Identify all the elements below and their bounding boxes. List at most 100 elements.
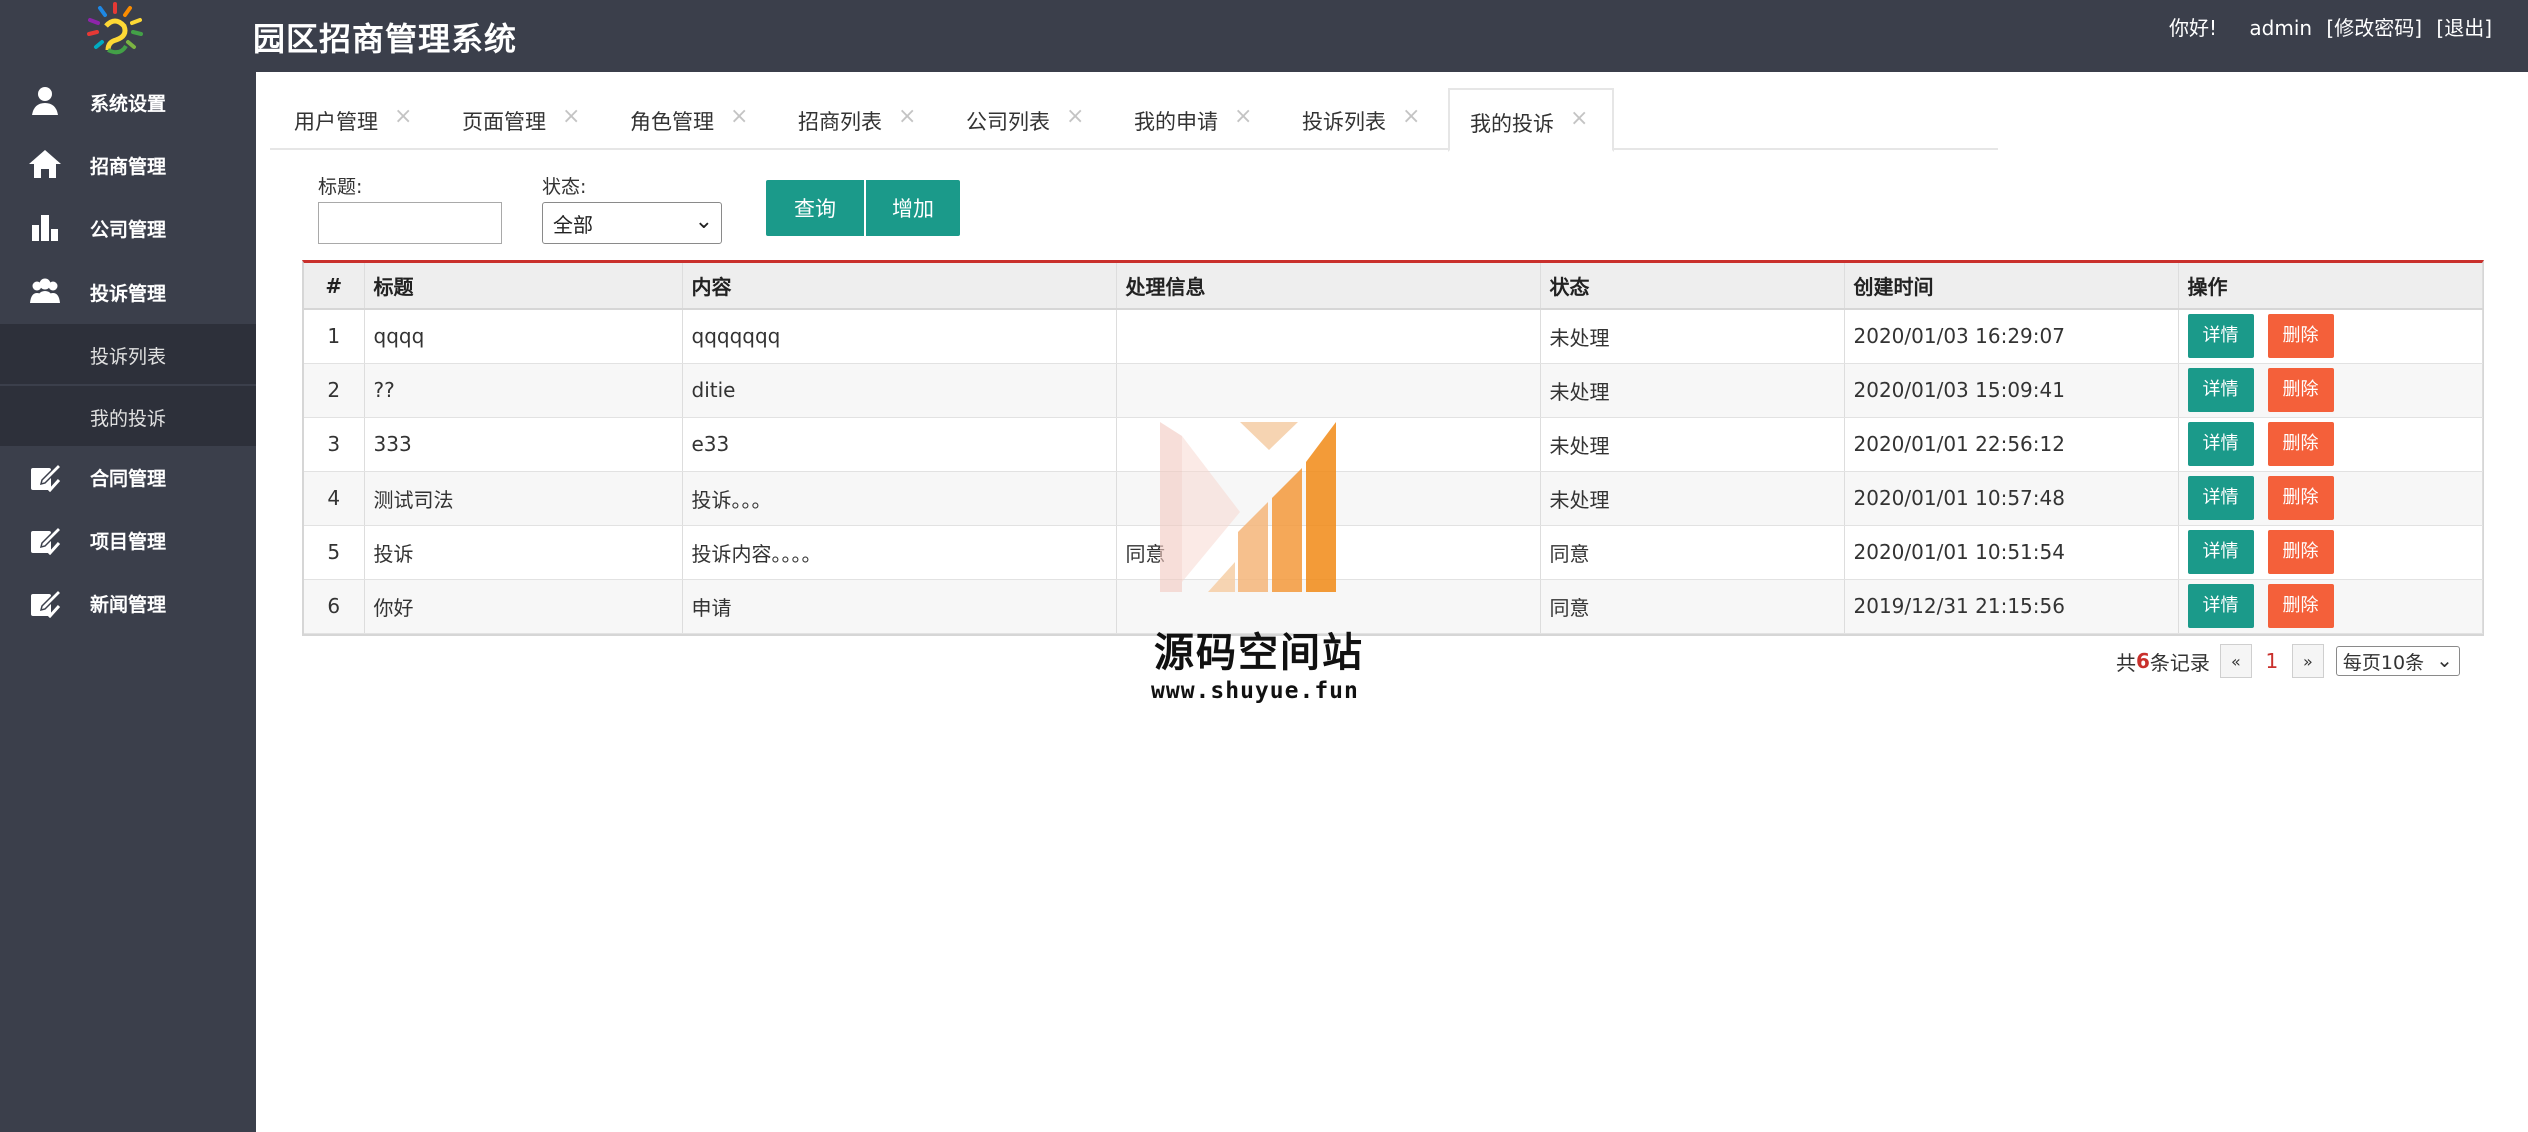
row-title: 333 bbox=[364, 417, 683, 472]
tab-my-complaints[interactable]: 我的投诉 × bbox=[1448, 88, 1614, 152]
tab-label: 投诉列表 bbox=[1302, 110, 1386, 134]
sidebar-item-label: 新闻管理 bbox=[90, 594, 167, 616]
close-icon[interactable]: × bbox=[730, 104, 748, 129]
tab-user-management[interactable]: 用户管理 × bbox=[270, 88, 438, 150]
query-button[interactable]: 查询 bbox=[766, 180, 864, 236]
sidebar-item-company[interactable]: 公司管理 bbox=[0, 203, 256, 251]
add-button[interactable]: 增加 bbox=[866, 180, 960, 236]
row-created-time: 2020/01/01 22:56:12 bbox=[1844, 417, 2179, 472]
page-size-value: 每页10条 bbox=[2342, 651, 2425, 674]
detail-button[interactable]: 详情 bbox=[2187, 314, 2254, 359]
row-status: 未处理 bbox=[1540, 417, 1845, 472]
delete-button[interactable]: 删除 bbox=[2267, 314, 2334, 359]
close-icon[interactable]: × bbox=[898, 104, 916, 129]
sidebar-item-investment[interactable]: 招商管理 bbox=[0, 140, 256, 188]
change-password-link[interactable]: [修改密码] bbox=[2326, 16, 2422, 40]
row-status: 未处理 bbox=[1540, 363, 1845, 418]
greeting-text: 你好! bbox=[2169, 16, 2218, 40]
row-index: 3 bbox=[304, 417, 365, 472]
title-search-input[interactable] bbox=[318, 202, 502, 244]
detail-button[interactable]: 详情 bbox=[2187, 530, 2254, 574]
column-header-handling-info: 处理信息 bbox=[1116, 263, 1541, 310]
row-status: 未处理 bbox=[1540, 309, 1845, 364]
sidebar-item-label: 系统设置 bbox=[90, 93, 167, 115]
row-title: ?? bbox=[364, 363, 683, 418]
tab-company-list[interactable]: 公司列表 × bbox=[942, 88, 1110, 150]
row-actions: 详情 删除 bbox=[2178, 309, 2483, 364]
watermark-title: 源码空间站 bbox=[1154, 630, 1364, 676]
delete-button[interactable]: 删除 bbox=[2267, 584, 2334, 628]
row-title: 你好 bbox=[364, 579, 683, 634]
table-row: 1 qqqq qqqqqqq 未处理 2020/01/03 16:29:07 详… bbox=[304, 309, 2483, 364]
close-icon[interactable]: × bbox=[1234, 104, 1252, 129]
tab-page-management[interactable]: 页面管理 × bbox=[438, 88, 606, 150]
chevron-down-icon: ⌄ bbox=[694, 209, 713, 234]
pagination: 共 6 条记录 « 1 » 每页10条 ⌄ bbox=[2116, 643, 2460, 679]
tab-investment-list[interactable]: 招商列表 × bbox=[774, 88, 942, 150]
sidebar-item-complaint[interactable]: 投诉管理 bbox=[0, 267, 256, 315]
next-page-button[interactable]: » bbox=[2291, 644, 2324, 678]
column-header-actions: 操作 bbox=[2178, 263, 2483, 310]
row-created-time: 2020/01/01 10:51:54 bbox=[1844, 525, 2179, 580]
tab-label: 我的申请 bbox=[1134, 110, 1218, 134]
close-icon[interactable]: × bbox=[1402, 104, 1420, 129]
title-field-label: 标题: bbox=[318, 176, 363, 198]
row-title: 投诉 bbox=[364, 525, 683, 580]
row-actions: 详情 删除 bbox=[2178, 417, 2483, 472]
close-icon[interactable]: × bbox=[394, 104, 412, 129]
row-content: 投诉内容。。。。 bbox=[682, 525, 1117, 580]
row-actions: 详情 删除 bbox=[2178, 579, 2483, 634]
sidebar-item-system-settings[interactable]: 系统设置 bbox=[0, 77, 256, 125]
table-row: 5 投诉 投诉内容。。。。 同意 同意 2020/01/01 10:51:54 … bbox=[304, 525, 2483, 580]
username-link[interactable]: admin bbox=[2249, 16, 2312, 40]
status-select[interactable]: 全部 ⌄ bbox=[542, 202, 722, 244]
row-title: 测试司法 bbox=[364, 471, 683, 526]
detail-button[interactable]: 详情 bbox=[2187, 422, 2254, 466]
tab-role-management[interactable]: 角色管理 × bbox=[606, 88, 774, 150]
close-icon[interactable]: × bbox=[1570, 106, 1588, 131]
detail-button[interactable]: 详情 bbox=[2187, 584, 2254, 628]
detail-button[interactable]: 详情 bbox=[2187, 476, 2254, 520]
tab-label: 页面管理 bbox=[462, 110, 546, 134]
sidebar-subitem-my-complaints[interactable]: 我的投诉 bbox=[0, 386, 256, 446]
row-actions: 详情 删除 bbox=[2178, 525, 2483, 580]
row-index: 2 bbox=[304, 363, 365, 418]
row-handling-info bbox=[1116, 363, 1541, 418]
row-content: qqqqqqq bbox=[682, 309, 1117, 364]
page-size-select[interactable]: 每页10条 ⌄ bbox=[2335, 646, 2460, 676]
row-created-time: 2019/12/31 21:15:56 bbox=[1844, 579, 2179, 634]
tab-my-applications[interactable]: 我的申请 × bbox=[1110, 88, 1278, 150]
sidebar-item-project[interactable]: 项目管理 bbox=[0, 515, 256, 563]
row-index: 6 bbox=[304, 579, 365, 634]
table-row: 3 333 e33 未处理 2020/01/01 22:56:12 详情 删除 bbox=[304, 417, 2483, 472]
row-status: 同意 bbox=[1540, 579, 1845, 634]
sidebar-item-news[interactable]: 新闻管理 bbox=[0, 578, 256, 626]
row-content: ditie bbox=[682, 363, 1117, 418]
row-actions: 详情 删除 bbox=[2178, 363, 2483, 418]
watermark-logo-icon bbox=[1160, 422, 1336, 592]
row-actions: 详情 删除 bbox=[2178, 471, 2483, 526]
record-count-suffix: 条记录 bbox=[2149, 650, 2210, 675]
close-icon[interactable]: × bbox=[562, 104, 580, 129]
sidebar-subitem-complaint-list[interactable]: 投诉列表 bbox=[0, 324, 256, 384]
user-icon bbox=[32, 87, 58, 115]
delete-button[interactable]: 删除 bbox=[2267, 368, 2334, 412]
prev-page-button[interactable]: « bbox=[2219, 644, 2252, 678]
tab-complaint-list[interactable]: 投诉列表 × bbox=[1278, 88, 1446, 150]
delete-button[interactable]: 删除 bbox=[2267, 422, 2334, 466]
sidebar-item-contract[interactable]: 合同管理 bbox=[0, 452, 256, 500]
current-page[interactable]: 1 bbox=[2252, 649, 2292, 673]
column-header-status: 状态 bbox=[1540, 263, 1845, 310]
top-header: 园区招商管理系统 你好! admin [修改密码] [退出] bbox=[0, 0, 2528, 72]
delete-button[interactable]: 删除 bbox=[2267, 476, 2334, 520]
delete-button[interactable]: 删除 bbox=[2267, 530, 2334, 574]
logout-link[interactable]: [退出] bbox=[2436, 16, 2492, 40]
edit-check-icon bbox=[31, 462, 62, 492]
close-icon[interactable]: × bbox=[1066, 104, 1084, 129]
table-header-row: # 标题 内容 处理信息 状态 创建时间 操作 bbox=[304, 263, 2483, 310]
detail-button[interactable]: 详情 bbox=[2187, 368, 2254, 412]
sidebar-item-label: 项目管理 bbox=[90, 531, 167, 553]
sidebar-subitem-label: 投诉列表 bbox=[90, 346, 167, 368]
status-field-label: 状态: bbox=[542, 176, 587, 198]
tab-label: 招商列表 bbox=[798, 110, 882, 134]
